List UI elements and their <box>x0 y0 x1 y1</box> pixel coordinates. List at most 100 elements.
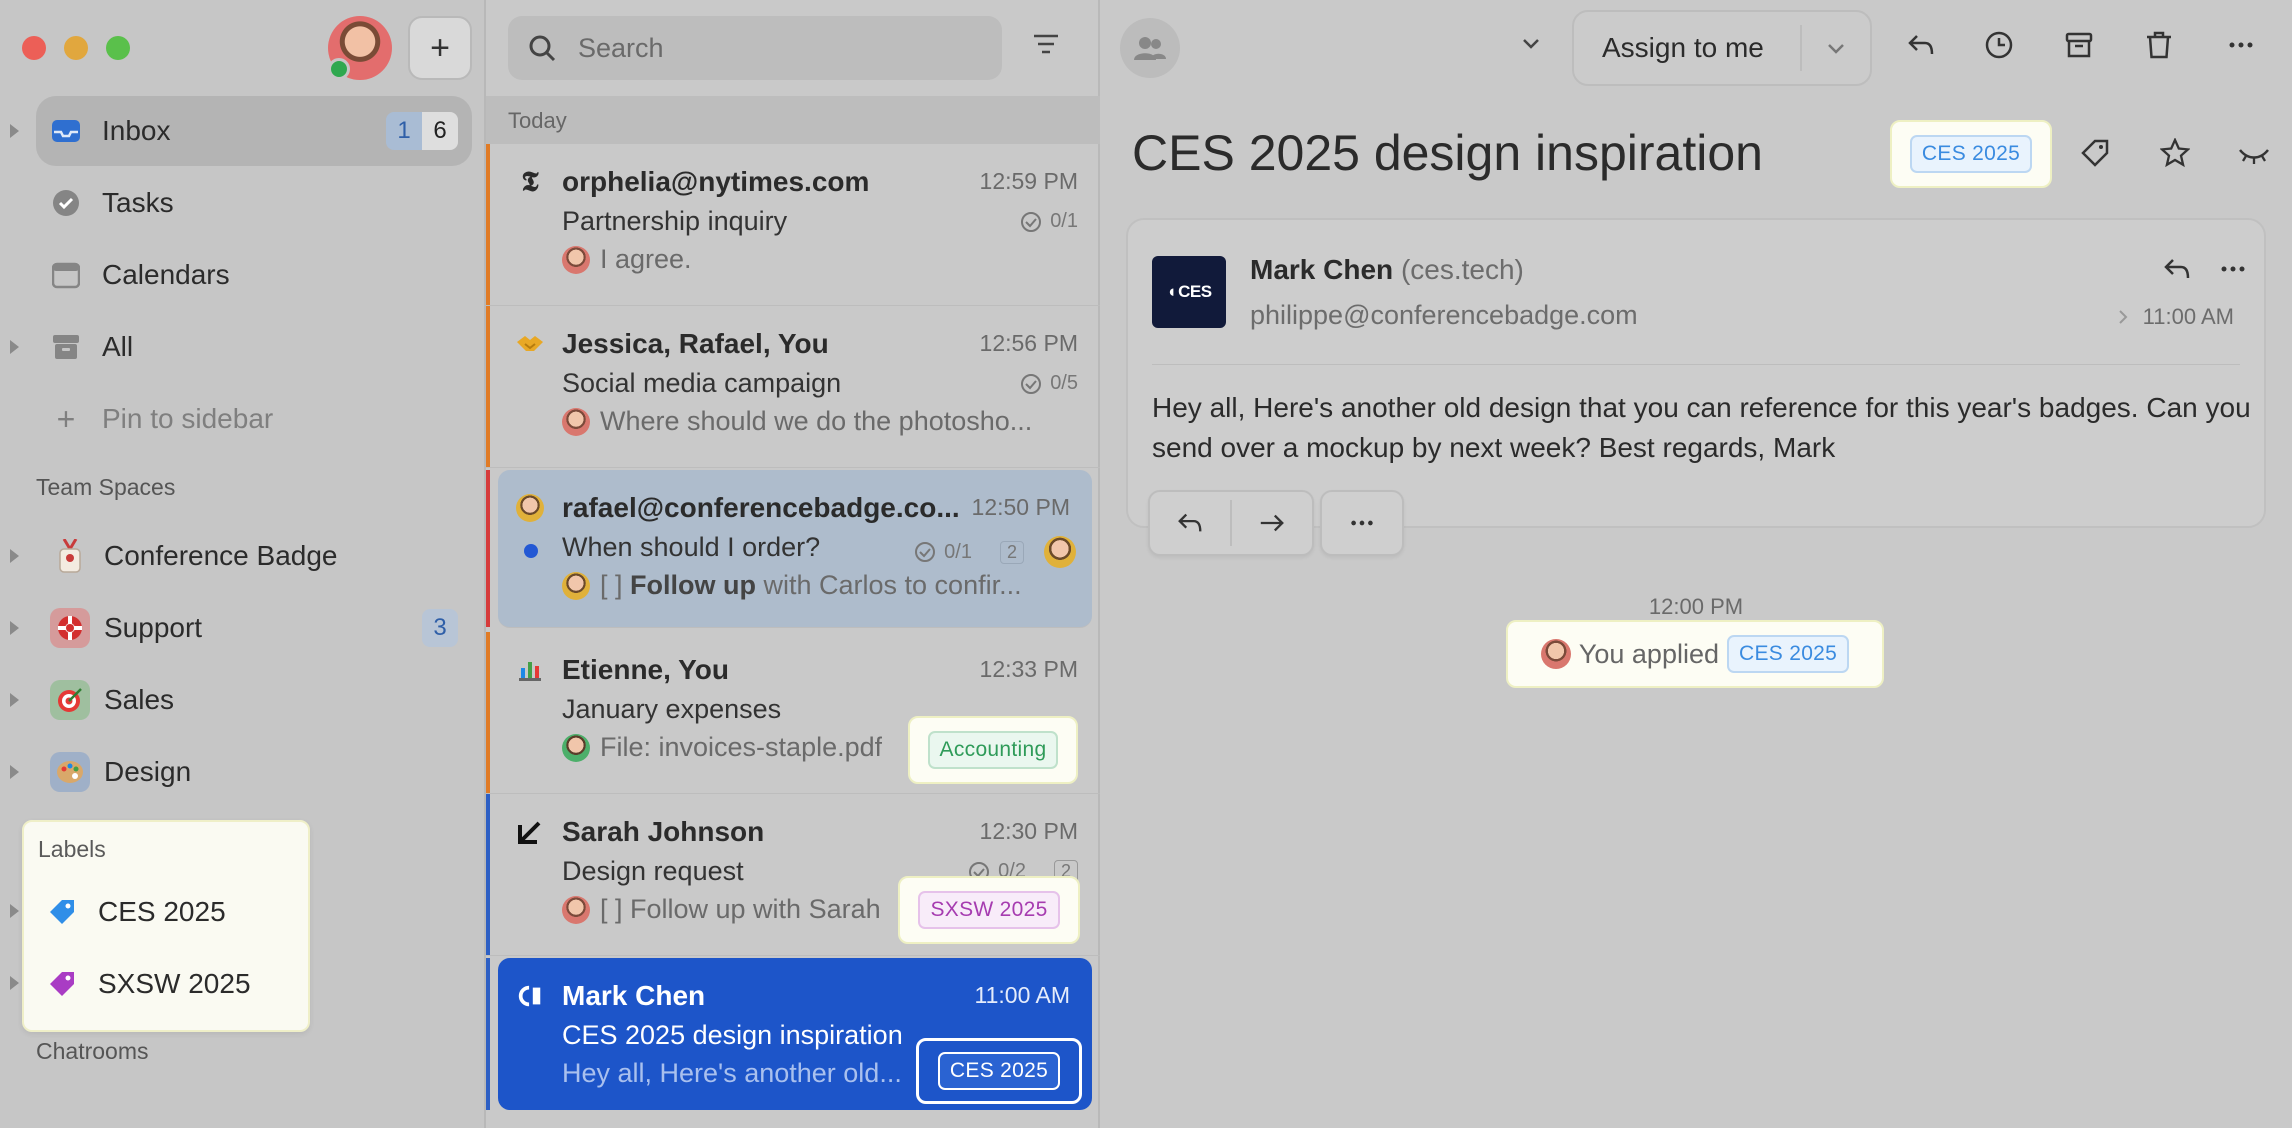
day-heading: Today <box>486 96 1100 144</box>
message-time: 12:33 PM <box>979 656 1078 682</box>
avatar <box>562 245 590 274</box>
sidebar-item-tasks[interactable]: Tasks <box>36 168 472 238</box>
reply-button[interactable] <box>1150 492 1230 554</box>
message-preview: I agree. <box>562 244 692 275</box>
task-progress: 0/1 <box>1020 210 1078 233</box>
user-avatar[interactable] <box>328 16 392 80</box>
reply-icon[interactable] <box>2162 254 2192 284</box>
expand-caret-icon[interactable] <box>10 765 19 779</box>
message-sender: orphelia@nytimes.com <box>562 166 870 197</box>
message-color-bar <box>486 794 490 955</box>
chevron-right-icon[interactable] <box>2117 309 2129 325</box>
avatar <box>562 571 590 600</box>
expand-caret-icon[interactable] <box>10 693 19 707</box>
label-tag-accounting[interactable]: Accounting <box>927 731 1059 769</box>
arrow-right-icon <box>1260 514 1284 532</box>
reply-icon <box>1178 513 1202 532</box>
minimize-window-button[interactable] <box>64 36 88 60</box>
close-window-button[interactable] <box>22 36 46 60</box>
label-tag-highlight: SXSW 2025 <box>898 876 1080 944</box>
message-body: Hey all, Here's another old design that … <box>1152 392 2251 463</box>
filter-icon[interactable] <box>1032 30 1060 63</box>
sidebar-item-sales[interactable]: Sales <box>36 665 472 735</box>
message-row[interactable]: Jessica, Rafael, You 12:56 PM Social med… <box>486 306 1100 468</box>
trash-icon[interactable] <box>2144 30 2174 60</box>
message-color-bar <box>486 958 490 1110</box>
check-circle-icon <box>50 187 82 219</box>
labels-section: Labels CES 2025 SXSW 2025 <box>22 820 310 1032</box>
sender-name: Mark Chen <box>1250 254 1394 285</box>
team-spaces-heading: Team Spaces <box>36 474 176 500</box>
expand-caret-icon[interactable] <box>10 340 19 354</box>
more-options-icon <box>1351 520 1373 526</box>
forward-button[interactable] <box>1232 492 1312 554</box>
chevron-down-icon[interactable] <box>1520 32 1542 59</box>
more-options-icon[interactable] <box>2218 254 2248 284</box>
sidebar: + Inbox 1 6 Tasks Calendars All + Pin to… <box>0 0 486 1128</box>
reply-icon[interactable] <box>1906 30 1936 60</box>
star-icon[interactable] <box>2160 138 2190 168</box>
sidebar-item-conference-badge[interactable]: Conference Badge <box>36 521 472 591</box>
label-name: CES 2025 <box>98 896 226 927</box>
participants-button[interactable] <box>1120 18 1180 78</box>
assign-to-me-button[interactable]: Assign to me <box>1572 10 1872 86</box>
maximize-window-button[interactable] <box>106 36 130 60</box>
label-tag-ces-2025[interactable]: CES 2025 <box>937 1052 1061 1090</box>
unread-dot <box>524 544 538 558</box>
avatar <box>1540 639 1571 669</box>
pin-to-sidebar-label: Pin to sidebar <box>102 403 274 434</box>
message-detail-pane: Assign to me CES 2025 design inspiration… <box>1100 0 2292 1128</box>
label-tag-icon[interactable] <box>2080 138 2110 168</box>
expand-caret-icon[interactable] <box>10 976 19 990</box>
expand-caret-icon[interactable] <box>10 549 19 563</box>
message-time: 12:59 PM <box>979 168 1078 194</box>
message-list-pane: Search Today 𝕿 orphelia@nytimes.com 12:5… <box>486 0 1100 1128</box>
sidebar-item-inbox[interactable]: Inbox 1 6 <box>36 96 472 166</box>
message-preview: Where should we do the photosho... <box>562 406 1032 437</box>
message-row[interactable]: rafael@conferencebadge.co... 12:50 PM Wh… <box>486 470 1092 628</box>
sidebar-item-design[interactable]: Design <box>36 737 472 807</box>
online-status-dot <box>328 58 350 80</box>
label-name: SXSW 2025 <box>98 968 251 999</box>
sidebar-item-all[interactable]: All <box>36 312 472 382</box>
message-time: 12:30 PM <box>979 818 1078 844</box>
sidebar-item-support[interactable]: Support 3 <box>36 593 472 663</box>
label-tag-highlight: CES 2025 <box>916 1038 1082 1104</box>
ces-icon <box>516 982 544 1010</box>
calendar-icon <box>50 259 82 291</box>
message-color-bar <box>486 306 490 467</box>
label-item-ces-2025[interactable]: CES 2025 <box>48 896 226 928</box>
pin-to-sidebar-button[interactable]: + Pin to sidebar <box>36 384 472 454</box>
label-tag-sxsw-2025[interactable]: SXSW 2025 <box>918 891 1060 929</box>
compose-button[interactable]: + <box>408 16 472 80</box>
more-options-icon[interactable] <box>2226 30 2256 60</box>
message-subject: January expenses <box>562 694 782 724</box>
target-icon <box>50 680 90 720</box>
message-row[interactable]: 𝕿 orphelia@nytimes.com 12:59 PM Partners… <box>486 144 1100 306</box>
message-sender: rafael@conferencebadge.co... <box>562 492 960 523</box>
message-subject: Partnership inquiry <box>562 206 788 236</box>
message-preview: [ ] Follow up with Sarah <box>562 894 881 925</box>
search-input[interactable]: Search <box>508 16 1002 80</box>
more-actions-button[interactable] <box>1322 492 1402 554</box>
label-tag-ces-2025[interactable]: CES 2025 <box>1727 635 1850 673</box>
expand-caret-icon[interactable] <box>10 904 19 918</box>
label-item-sxsw-2025[interactable]: SXSW 2025 <box>48 968 251 1000</box>
sidebar-item-label: Sales <box>104 684 175 715</box>
expand-caret-icon[interactable] <box>10 124 19 138</box>
tag-icon <box>50 900 74 924</box>
sidebar-item-label: Tasks <box>102 187 174 218</box>
collapse-eye-icon[interactable] <box>2238 138 2270 168</box>
snooze-clock-icon[interactable] <box>1984 30 2014 60</box>
sidebar-item-calendars[interactable]: Calendars <box>36 240 472 310</box>
avatar <box>562 733 590 762</box>
message-card: ◖ CES Mark Chen (ces.tech) philippe@confe… <box>1126 218 2266 528</box>
sidebar-item-label: Calendars <box>102 259 230 290</box>
assign-dropdown-chevron-icon[interactable] <box>1802 37 1870 59</box>
label-tag-ces-2025[interactable]: CES 2025 <box>1909 135 2033 173</box>
archive-icon[interactable] <box>2064 30 2094 60</box>
check-circle-icon <box>915 542 936 562</box>
expand-caret-icon[interactable] <box>10 621 19 635</box>
message-sender: Sarah Johnson <box>562 816 765 847</box>
handshake-icon <box>516 330 544 358</box>
